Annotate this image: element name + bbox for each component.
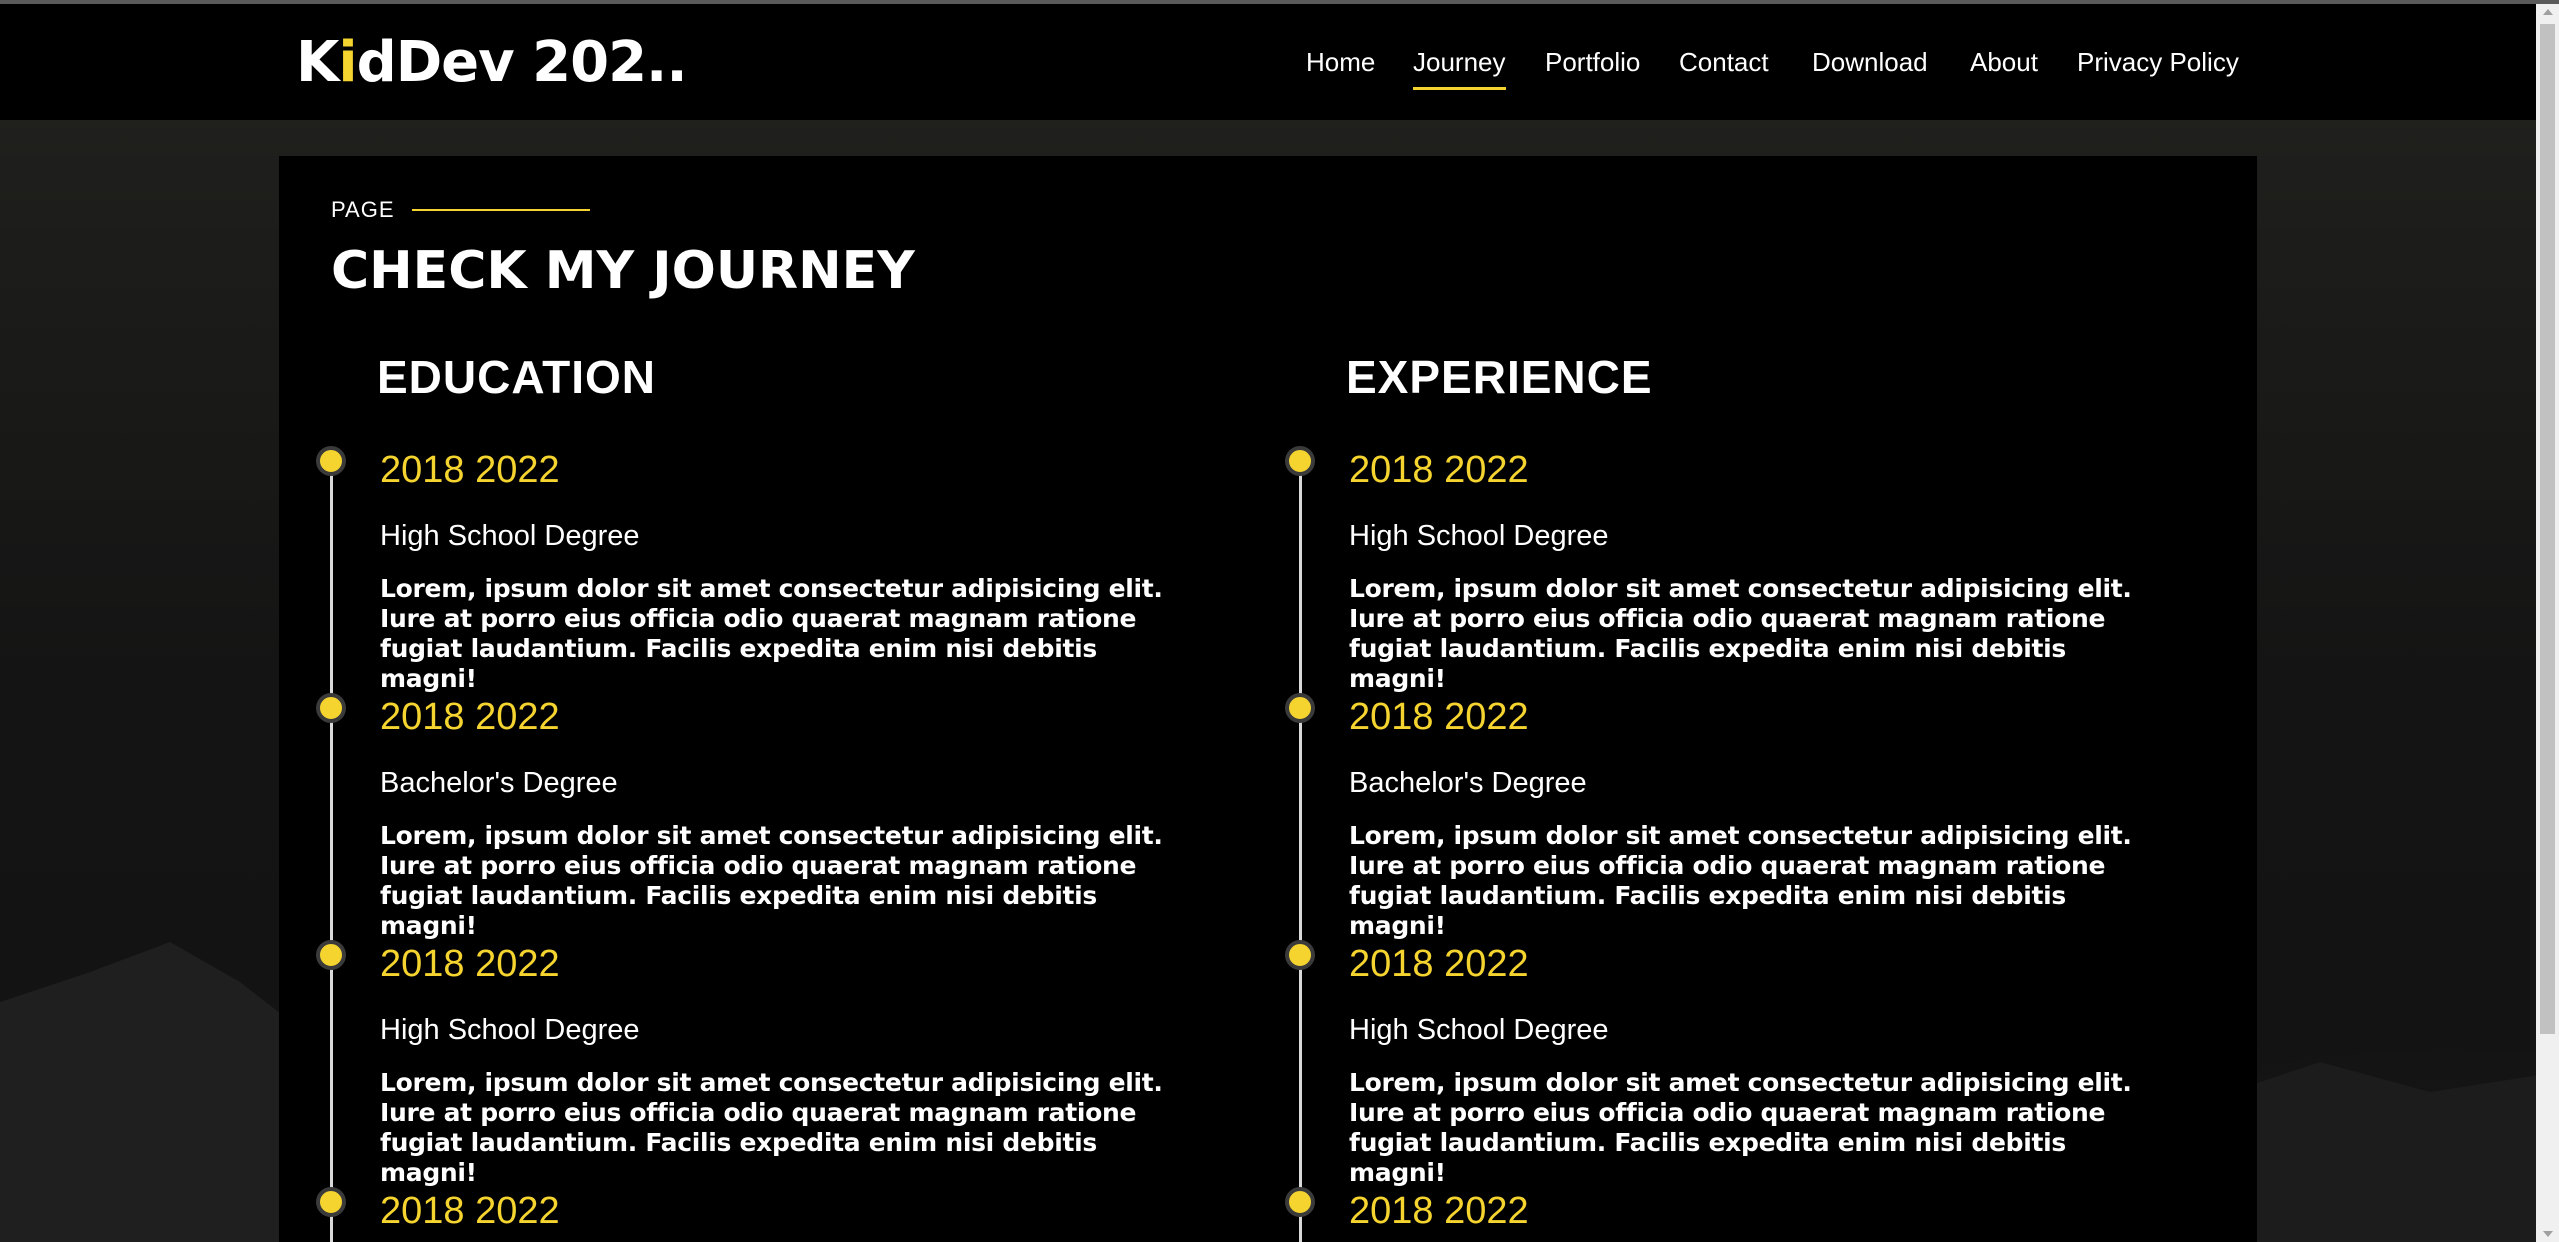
scroll-thumb[interactable]: [2540, 24, 2555, 1034]
page-title: CHECK MY JOURNEY: [331, 241, 915, 301]
nav-privacy-policy[interactable]: Privacy Policy: [2077, 44, 2239, 80]
timeline-dot: [1285, 446, 1315, 476]
timeline-dot: [316, 446, 346, 476]
entry-date: 2018 2022: [1349, 449, 1529, 491]
nav-portfolio[interactable]: Portfolio: [1545, 44, 1640, 80]
navbar: KidDev 202.. Home Journey Portfolio Cont…: [0, 4, 2536, 120]
entry-date: 2018 2022: [1349, 696, 1529, 738]
nav-journey[interactable]: Journey: [1413, 44, 1506, 90]
experience-timeline-line: [1299, 460, 1302, 1242]
scroll-up-arrow-icon[interactable]: [2543, 9, 2553, 15]
page-eyebrow: PAGE: [331, 197, 395, 222]
entry-description: Lorem, ipsum dolor sit amet consectetur …: [1349, 1068, 2132, 1187]
nav-about[interactable]: About: [1970, 44, 2038, 80]
nav-home[interactable]: Home: [1306, 44, 1375, 80]
scroll-down-arrow-icon[interactable]: [2543, 1231, 2553, 1237]
timeline-dot: [1285, 693, 1315, 723]
experience-heading: EXPERIENCE: [1346, 351, 1653, 403]
entry-description: Lorem, ipsum dolor sit amet consectetur …: [1349, 574, 2132, 693]
entry-degree: High School Degree: [380, 1014, 640, 1046]
nav-download[interactable]: Download: [1812, 44, 1928, 80]
eyebrow-underline: [412, 209, 590, 211]
entry-date: 2018 2022: [380, 1190, 560, 1232]
entry-degree: Bachelor's Degree: [380, 767, 618, 799]
entry-description: Lorem, ipsum dolor sit amet consectetur …: [380, 1068, 1163, 1187]
timeline-dot: [1285, 1187, 1315, 1217]
entry-description: Lorem, ipsum dolor sit amet consectetur …: [1349, 821, 2132, 940]
timeline-dot: [1285, 940, 1315, 970]
nav-contact[interactable]: Contact: [1679, 44, 1769, 80]
timeline-dot: [316, 1187, 346, 1217]
entry-degree: High School Degree: [1349, 520, 1609, 552]
timeline-dot: [316, 693, 346, 723]
entry-description: Lorem, ipsum dolor sit amet consectetur …: [380, 821, 1163, 940]
entry-date: 2018 2022: [380, 943, 560, 985]
education-heading: EDUCATION: [377, 351, 657, 403]
education-timeline-line: [330, 460, 333, 1242]
entry-date: 2018 2022: [1349, 1190, 1529, 1232]
entry-date: 2018 2022: [380, 696, 560, 738]
entry-date: 2018 2022: [380, 449, 560, 491]
main-nav: Home Journey Portfolio Contact Download …: [0, 4, 2536, 120]
entry-description: Lorem, ipsum dolor sit amet consectetur …: [380, 574, 1163, 693]
vertical-scrollbar[interactable]: [2536, 4, 2559, 1242]
entry-degree: Bachelor's Degree: [1349, 767, 1587, 799]
entry-date: 2018 2022: [1349, 943, 1529, 985]
entry-degree: High School Degree: [1349, 1014, 1609, 1046]
entry-degree: High School Degree: [380, 520, 640, 552]
timeline-dot: [316, 940, 346, 970]
